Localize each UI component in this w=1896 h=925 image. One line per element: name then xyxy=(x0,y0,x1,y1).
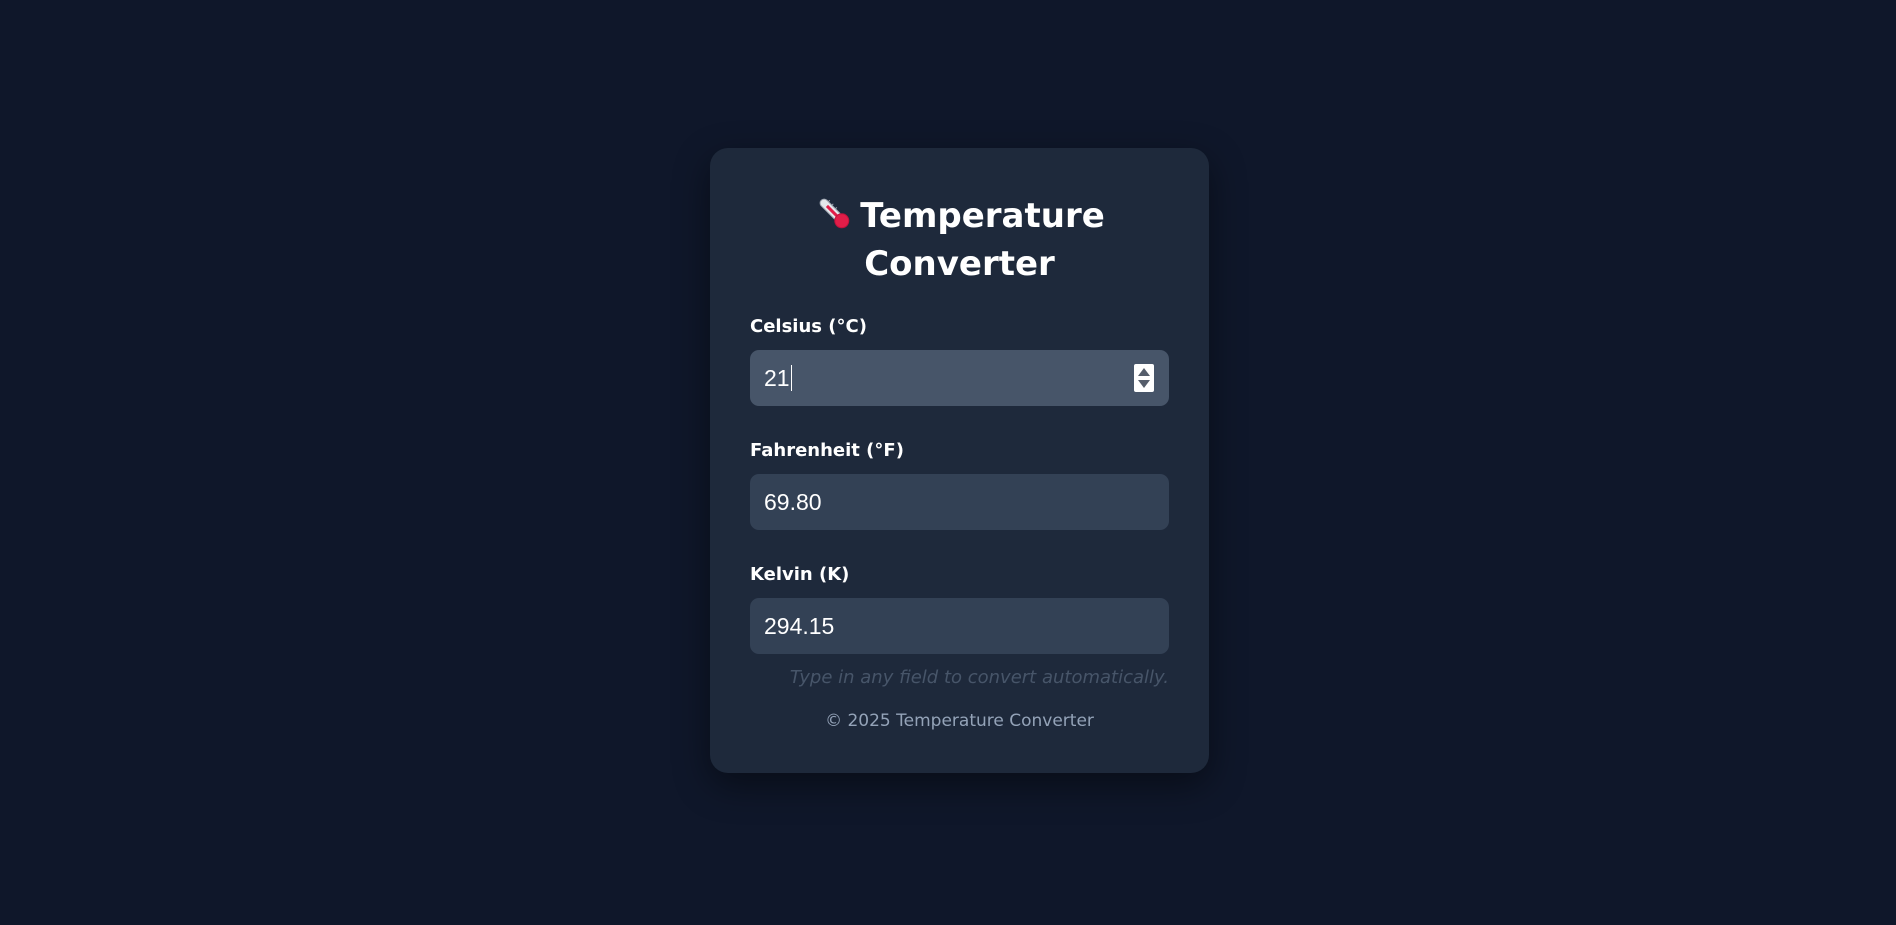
kelvin-label: Kelvin (K) xyxy=(750,564,850,585)
spin-up-icon[interactable] xyxy=(1138,368,1150,376)
number-spinner[interactable] xyxy=(1134,364,1154,392)
spin-down-icon[interactable] xyxy=(1138,380,1150,388)
title-line-2: Converter xyxy=(864,244,1055,284)
kelvin-input[interactable]: 294.15 xyxy=(750,598,1169,654)
celsius-field: Celsius (°C) 21 xyxy=(750,316,1169,406)
celsius-value-wrap: 21 xyxy=(764,350,792,406)
hint-text: Type in any field to convert automatical… xyxy=(789,667,1169,688)
fahrenheit-input[interactable]: 69.80 xyxy=(750,474,1169,530)
kelvin-value: 294.15 xyxy=(764,613,835,639)
footer-text: © 2025 Temperature Converter xyxy=(825,711,1094,731)
page-title: Temperature Converter xyxy=(750,192,1169,288)
celsius-label: Celsius (°C) xyxy=(750,316,867,337)
celsius-value: 21 xyxy=(764,365,790,391)
kelvin-field: Kelvin (K) 294.15 xyxy=(750,564,1169,654)
page: Temperature Converter Celsius (°C) 21 Fa… xyxy=(0,0,1896,925)
title-line-1: Temperature xyxy=(860,196,1105,236)
thermometer-icon xyxy=(814,193,854,233)
text-caret xyxy=(790,365,792,391)
celsius-input[interactable]: 21 xyxy=(750,350,1169,406)
fahrenheit-field: Fahrenheit (°F) 69.80 xyxy=(750,440,1169,530)
converter-card: Temperature Converter Celsius (°C) 21 Fa… xyxy=(710,148,1209,773)
fahrenheit-value: 69.80 xyxy=(764,489,822,515)
fahrenheit-label: Fahrenheit (°F) xyxy=(750,440,904,461)
